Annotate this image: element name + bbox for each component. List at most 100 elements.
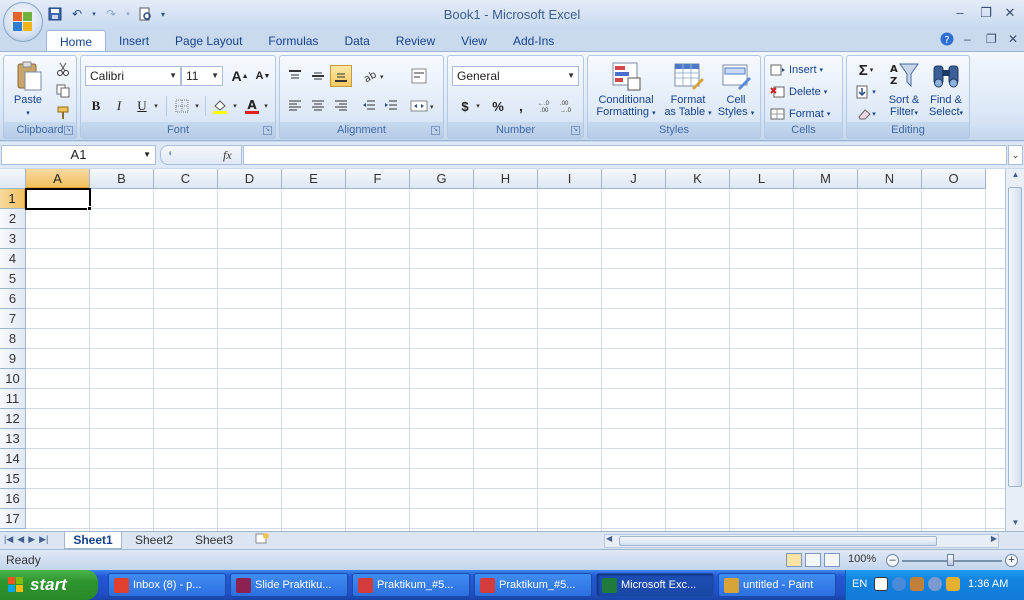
sort-filter-button[interactable]: AZ Sort & Filter▾ — [883, 60, 925, 120]
font-color-icon[interactable]: A — [241, 95, 263, 117]
font-name-combo[interactable]: Calibri ▼ — [85, 66, 181, 86]
insert-cells-button[interactable]: Insert ▾ — [770, 59, 840, 81]
tab-page-layout[interactable]: Page Layout — [162, 30, 255, 52]
tray-app-icon[interactable] — [874, 577, 888, 591]
help-icon[interactable]: ? — [940, 32, 954, 49]
scroll-left-icon[interactable]: ◀ — [606, 534, 612, 543]
close-window-icon[interactable]: ✕ — [1000, 5, 1020, 21]
workbook-minimize-icon[interactable]: – — [964, 32, 971, 46]
select-all-corner[interactable] — [0, 169, 26, 189]
decrease-indent-icon[interactable] — [358, 95, 380, 117]
orientation-icon[interactable]: ab ▾ — [358, 65, 390, 87]
font-launcher-icon[interactable]: ↘ — [263, 126, 272, 135]
sheet-tab-2[interactable]: Sheet2 — [126, 532, 182, 549]
column-header[interactable]: A — [26, 169, 90, 189]
wrap-text-icon[interactable] — [408, 65, 430, 87]
row-header[interactable]: 16 — [0, 489, 26, 509]
scroll-up-icon[interactable]: ▲ — [1006, 170, 1024, 179]
name-box[interactable]: A1 ▼ — [1, 145, 156, 165]
bold-button[interactable]: B — [85, 95, 107, 117]
number-format-combo[interactable]: General ▼ — [452, 66, 579, 86]
tray-expand-icon[interactable] — [892, 577, 906, 591]
copy-icon[interactable] — [52, 80, 74, 102]
sheet-tab-3[interactable]: Sheet3 — [186, 532, 242, 549]
column-header[interactable]: F — [346, 169, 410, 189]
clipboard-launcher-icon[interactable]: ↘ — [64, 126, 73, 135]
page-layout-view-icon[interactable] — [805, 553, 821, 567]
vertical-scroll-thumb[interactable] — [1008, 187, 1022, 487]
row-header[interactable]: 7 — [0, 309, 26, 329]
increase-indent-icon[interactable] — [380, 95, 402, 117]
row-header[interactable]: 1 — [0, 189, 26, 209]
alignment-launcher-icon[interactable]: ↘ — [431, 126, 440, 135]
column-header[interactable]: O — [922, 169, 986, 189]
row-header[interactable]: 13 — [0, 429, 26, 449]
bottom-align-icon[interactable] — [330, 65, 352, 87]
delete-cells-button[interactable]: Delete ▾ — [770, 81, 840, 103]
shrink-font-button[interactable]: A ▼ — [252, 65, 274, 87]
fill-button[interactable]: ▾ — [851, 81, 881, 103]
font-color-dropdown-icon[interactable]: ▾ — [261, 95, 271, 117]
font-size-combo[interactable]: 11 ▼ — [181, 66, 223, 86]
horizontal-scrollbar[interactable]: ◀ ▶ — [604, 534, 999, 548]
restore-window-icon[interactable]: ❐ — [976, 5, 996, 21]
row-header[interactable]: 15 — [0, 469, 26, 489]
borders-dropdown-icon[interactable]: ▾ — [192, 95, 202, 117]
column-header[interactable]: M — [794, 169, 858, 189]
next-sheet-icon[interactable]: ▶ — [28, 534, 35, 545]
conditional-formatting-button[interactable]: Conditional Formatting ▾ — [591, 60, 661, 120]
column-header[interactable]: J — [602, 169, 666, 189]
minimize-window-icon[interactable]: – — [950, 5, 970, 20]
row-header[interactable]: 10 — [0, 369, 26, 389]
tab-add-ins[interactable]: Add-Ins — [500, 30, 567, 52]
tray-volume-icon[interactable] — [928, 577, 942, 591]
tab-view[interactable]: View — [448, 30, 500, 52]
row-header[interactable]: 5 — [0, 269, 26, 289]
decrease-decimal-icon[interactable]: .00 →.0 — [558, 95, 580, 117]
italic-button[interactable]: I — [108, 95, 130, 117]
tab-data[interactable]: Data — [331, 30, 382, 52]
font-size-dropdown-icon[interactable]: ▼ — [211, 67, 219, 85]
workbook-close-icon[interactable]: ✕ — [1008, 32, 1018, 46]
expand-formula-bar-icon[interactable]: ⌄ — [1008, 145, 1023, 165]
align-center-icon[interactable] — [307, 95, 329, 117]
name-box-dropdown-icon[interactable]: ▼ — [143, 146, 151, 164]
currency-dropdown-icon[interactable]: ▾ — [473, 95, 483, 117]
row-header[interactable]: 2 — [0, 209, 26, 229]
taskbar-button[interactable]: Slide Praktiku... — [230, 573, 348, 597]
page-break-view-icon[interactable] — [824, 553, 840, 567]
column-header[interactable]: N — [858, 169, 922, 189]
tray-network-icon[interactable] — [910, 577, 924, 591]
taskbar-button[interactable]: untitled - Paint — [718, 573, 836, 597]
merge-center-icon[interactable]: ▾ — [408, 95, 438, 117]
taskbar-button[interactable]: Praktikum_#5... — [352, 573, 470, 597]
vertical-scrollbar[interactable]: ▲ ▼ — [1005, 169, 1024, 531]
row-header[interactable]: 8 — [0, 329, 26, 349]
borders-icon[interactable] — [171, 95, 193, 117]
underline-button[interactable]: U — [131, 95, 153, 117]
cut-icon[interactable] — [52, 58, 74, 80]
column-header[interactable]: I — [538, 169, 602, 189]
row-header[interactable]: 3 — [0, 229, 26, 249]
tab-insert[interactable]: Insert — [106, 30, 162, 52]
row-header[interactable]: 12 — [0, 409, 26, 429]
prev-sheet-icon[interactable]: ◀ — [17, 534, 24, 545]
last-sheet-icon[interactable]: ▶| — [39, 534, 48, 545]
align-left-icon[interactable] — [284, 95, 306, 117]
formula-input[interactable] — [243, 145, 1007, 165]
row-header[interactable]: 11 — [0, 389, 26, 409]
scroll-down-icon[interactable]: ▼ — [1006, 518, 1024, 527]
column-header[interactable]: D — [218, 169, 282, 189]
scroll-right-icon[interactable]: ▶ — [991, 534, 997, 543]
sheet-tab-1[interactable]: Sheet1 — [64, 532, 122, 549]
zoom-out-icon[interactable]: – — [886, 554, 899, 567]
underline-dropdown-icon[interactable]: ▾ — [151, 95, 161, 117]
column-header[interactable]: G — [410, 169, 474, 189]
fill-handle[interactable] — [87, 206, 92, 211]
active-cell[interactable] — [25, 188, 91, 210]
comma-button[interactable]: , — [510, 95, 532, 117]
column-header[interactable]: C — [154, 169, 218, 189]
zoom-slider-thumb[interactable] — [947, 554, 954, 566]
cell-area[interactable] — [26, 189, 1005, 531]
align-right-icon[interactable] — [330, 95, 352, 117]
